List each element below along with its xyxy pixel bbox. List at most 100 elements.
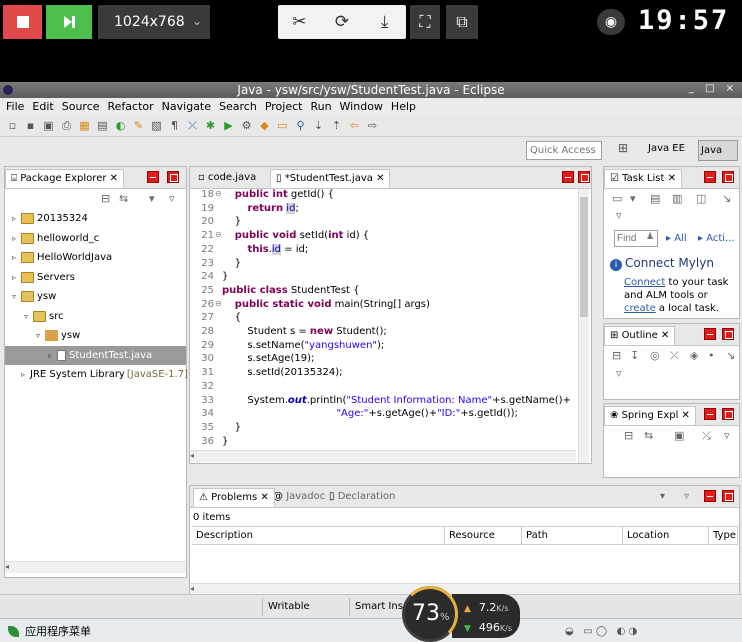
menu-run[interactable]: Run xyxy=(310,100,331,113)
prev-annotation-icon[interactable]: ⇡ xyxy=(330,119,343,132)
tab-declaration[interactable]: ▯ Declaration xyxy=(324,488,400,507)
menu-help[interactable]: Help xyxy=(391,100,416,113)
open-type-icon[interactable]: ▦ xyxy=(78,119,91,132)
editor-minimize-button[interactable] xyxy=(562,171,574,183)
view-menu-icon[interactable]: ▿ xyxy=(724,429,730,442)
fold-toggle-icon[interactable]: ⊖ xyxy=(215,299,222,308)
fold-toggle-icon[interactable]: ⊖ xyxy=(215,189,222,198)
dropdown-icon[interactable]: ▾ xyxy=(630,192,636,205)
system-tray[interactable]: ◒ ▭ ◯ ◐ ◑ xyxy=(565,626,637,637)
tab-task-list[interactable]: ☑ Task List ✕ xyxy=(604,169,682,188)
menu-project[interactable]: Project xyxy=(265,100,303,113)
external-link-icon[interactable]: ⧉ xyxy=(446,5,478,39)
tree-item[interactable]: ▹ HelloWorldJava xyxy=(5,248,186,267)
close-icon[interactable]: ✕ xyxy=(373,173,384,184)
collapsed-arrow-icon[interactable]: ▹ xyxy=(9,214,19,223)
collapse-all-icon[interactable]: ⊟ xyxy=(101,192,110,205)
link-icon[interactable]: ↘ xyxy=(726,349,735,362)
download-icon[interactable]: ⤓ xyxy=(363,12,406,32)
fold-toggle-icon[interactable]: ⊖ xyxy=(215,230,222,239)
collapsed-arrow-icon[interactable]: ▹ xyxy=(9,273,19,282)
quick-access-input[interactable] xyxy=(526,141,602,160)
editor-tab[interactable]: ▯ *StudentTest.java ✕ xyxy=(270,169,391,188)
column-header-location[interactable]: Location xyxy=(623,527,709,544)
filter-icon[interactable]: ▣ xyxy=(674,429,684,442)
view-menu-icon[interactable]: ▿ xyxy=(616,209,622,222)
run-icon[interactable]: ▶ xyxy=(222,119,235,132)
spring-maximize-button[interactable] xyxy=(722,408,734,420)
tree-item[interactable]: ▹ helloworld_c xyxy=(5,229,186,248)
hide-nonpublic-icon[interactable]: ◈ xyxy=(690,349,698,362)
expanded-arrow-icon[interactable]: ▿ xyxy=(33,331,43,340)
column-header-resource[interactable]: Resource xyxy=(445,527,522,544)
categorized-icon[interactable]: ▤ xyxy=(650,192,660,205)
menu-window[interactable]: Window xyxy=(340,100,383,113)
open-perspective-icon[interactable]: ⊞ xyxy=(614,141,632,160)
hide-fields-icon[interactable]: ◎ xyxy=(650,349,660,362)
tree-item[interactable]: ▹ 20135324 xyxy=(5,209,186,228)
tree-item[interactable]: ▿ src xyxy=(5,307,186,326)
view-menu-icon[interactable]: ▿ xyxy=(616,367,622,380)
minimize-button[interactable] xyxy=(147,171,159,183)
scroll-thumb[interactable] xyxy=(580,197,588,317)
filter-icon[interactable]: ▿ xyxy=(684,491,689,502)
tab-outline[interactable]: ⊞ Outline ✕ xyxy=(604,326,676,345)
menu-refactor[interactable]: Refactor xyxy=(108,100,154,113)
application-menu-button[interactable]: 应用程序菜单 xyxy=(8,623,91,639)
sort-icon[interactable]: ↧ xyxy=(630,349,639,362)
problems-maximize-button[interactable] xyxy=(722,490,734,502)
new-java-project-icon[interactable]: ◆ xyxy=(258,119,271,132)
spring-minimize-button[interactable] xyxy=(704,408,716,420)
tab-problems[interactable]: ⚠ Problems ✕ xyxy=(193,488,275,507)
editor-maximize-button[interactable] xyxy=(578,171,590,183)
editor-tab[interactable]: ▫ code.java xyxy=(193,169,261,188)
tree-item[interactable]: ▹ JRE System Library [JavaSE-1.7] xyxy=(5,365,188,384)
collapse-all-icon[interactable]: ⊟ xyxy=(612,349,621,362)
find-options-icon[interactable]: ♟ xyxy=(646,232,654,242)
link-editor-icon[interactable]: ⇆ xyxy=(644,429,653,442)
collapse-all-icon[interactable]: ⊟ xyxy=(624,429,633,442)
toggle-mark-icon[interactable]: ▤ xyxy=(96,119,109,132)
view-options-icon[interactable]: ▿ xyxy=(169,192,175,205)
collapsed-arrow-icon[interactable]: ▹ xyxy=(9,234,19,243)
editor-hscrollbar[interactable]: ◂ xyxy=(190,450,576,462)
package-explorer-scrollbar[interactable]: ◂ xyxy=(5,561,186,573)
column-header-path[interactable]: Path xyxy=(522,527,623,544)
network-speed-widget[interactable]: ▲ 7.2K/s ▼ 496K/s 73% xyxy=(402,586,520,642)
refresh-screen-icon[interactable]: ⟳ xyxy=(321,12,364,32)
tab-package-explorer[interactable]: ⌸ Package Explorer ✕ xyxy=(5,169,125,188)
menu-edit[interactable]: Edit xyxy=(32,100,53,113)
task-maximize-button[interactable] xyxy=(722,171,734,183)
collapsed-arrow-icon[interactable]: ▹ xyxy=(45,351,55,360)
sync-icon[interactable]: ⤯ xyxy=(702,429,711,443)
fullscreen-icon[interactable]: ⛶ xyxy=(410,5,440,39)
task-activate-link[interactable]: ▸ Acti... xyxy=(698,233,735,244)
create-link[interactable]: create xyxy=(624,303,656,314)
menu-navigate[interactable]: Navigate xyxy=(162,100,211,113)
tree-item[interactable]: ▹ StudentTest.java xyxy=(5,345,186,365)
menu-search[interactable]: Search xyxy=(219,100,257,113)
tree-item[interactable]: ▿ ysw xyxy=(5,287,186,306)
hide-static-icon[interactable]: ⤫ xyxy=(670,349,679,363)
scissors-icon[interactable]: ✂ xyxy=(278,12,321,32)
search-icon[interactable]: ⚲ xyxy=(294,119,307,132)
collapsed-arrow-icon[interactable]: ▹ xyxy=(9,253,19,262)
close-icon[interactable]: ✕ xyxy=(257,492,268,503)
collapsed-arrow-icon[interactable]: ▹ xyxy=(21,370,25,379)
scheduled-icon[interactable]: ▥ xyxy=(672,192,682,205)
next-annotation-icon[interactable]: ⇣ xyxy=(312,119,325,132)
perspective-java[interactable]: Java xyxy=(698,140,738,161)
save-all-icon[interactable]: ▣ xyxy=(42,119,55,132)
tree-item[interactable]: ▿ ysw xyxy=(5,326,186,345)
outline-minimize-button[interactable] xyxy=(704,328,716,340)
maximize-button[interactable] xyxy=(167,171,179,183)
task-minimize-button[interactable] xyxy=(704,171,716,183)
view-only-eye-icon[interactable]: ◉ xyxy=(597,9,625,35)
block-select-icon[interactable]: ▧ xyxy=(150,119,163,132)
editor-scrollbar[interactable] xyxy=(578,189,589,463)
link-editor-icon[interactable]: ⇆ xyxy=(119,192,128,205)
sync-icon[interactable]: ↘ xyxy=(722,192,731,205)
problems-minimize-button[interactable] xyxy=(704,490,716,502)
resolution-select[interactable]: 1024x768 ⌄ xyxy=(98,5,210,39)
build-icon[interactable]: ◐ xyxy=(114,119,127,132)
